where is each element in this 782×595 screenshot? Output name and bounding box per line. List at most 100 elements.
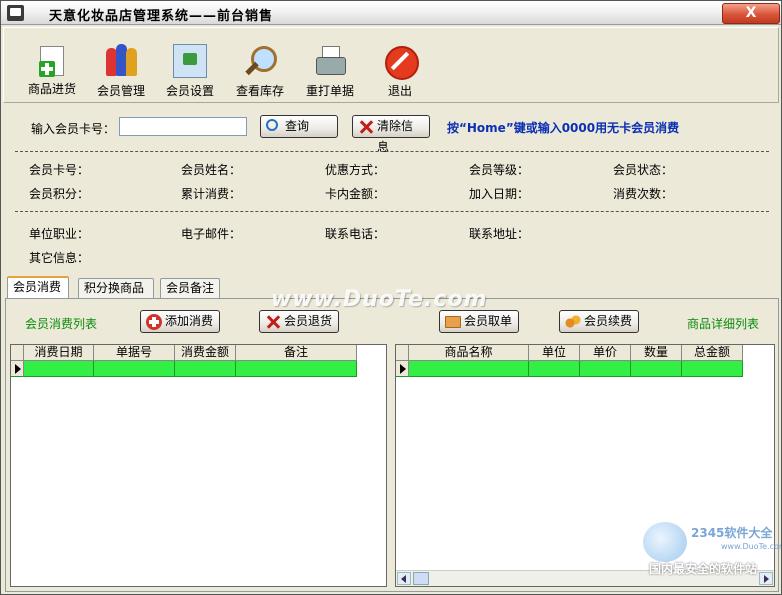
info-address: 联系地址： — [469, 227, 530, 241]
col-quantity[interactable]: 数量 — [631, 345, 682, 361]
logo-brand: 2345软件大全 — [691, 526, 773, 540]
row-indicator-icon — [11, 361, 24, 377]
member-retrieve-order-button[interactable]: 会员取单 — [439, 310, 519, 333]
app-icon — [7, 5, 24, 21]
info-member-status: 会员状态： — [613, 163, 674, 177]
title-bar[interactable]: 天意化妆品店管理系统——前台销售 X — [1, 1, 781, 25]
watermark: www.DuoTe.com — [271, 287, 488, 312]
grid-indicator-header — [396, 345, 409, 361]
cell-unit-price[interactable] — [580, 361, 631, 377]
clear-info-label: 清除信息 — [377, 119, 414, 154]
table-row[interactable] — [11, 361, 357, 377]
purchase-goods-label: 商品进货 — [27, 82, 76, 96]
col-unit-price[interactable]: 单价 — [580, 345, 631, 361]
col-consumption-amount[interactable]: 消费金额 — [175, 345, 236, 361]
col-consumption-date[interactable]: 消费日期 — [24, 345, 94, 361]
table-row[interactable] — [396, 361, 743, 377]
query-button[interactable]: 查询 — [260, 115, 338, 138]
cell-total-amount[interactable] — [682, 361, 743, 377]
member-retrieve-order-label: 会员取单 — [464, 314, 513, 328]
mascot-icon — [643, 522, 687, 562]
magnifier-icon — [243, 44, 277, 78]
cell-unit[interactable] — [529, 361, 580, 377]
grid-indicator-header — [11, 345, 24, 361]
cell-quantity[interactable] — [631, 361, 682, 377]
info-member-level: 会员等级： — [469, 163, 530, 177]
folder-icon — [445, 316, 461, 328]
member-management-label: 会员管理 — [96, 84, 145, 98]
info-discount-type: 优惠方式： — [325, 163, 386, 177]
search-area: 输入会员卡号： 查询 清除信息 按“Home”键或输入0000用无卡会员消费 — [3, 105, 779, 154]
info-card-number: 会员卡号： — [29, 163, 90, 177]
tab-member-consumption[interactable]: 会员消费 — [7, 276, 69, 298]
tab-points-exchange[interactable]: 积分换商品 — [78, 278, 154, 298]
cell-receipt-number[interactable] — [94, 361, 175, 377]
clear-info-button[interactable]: 清除信息 — [352, 115, 430, 154]
product-detail-list-title: 商品详细列表 — [687, 317, 760, 331]
product-grid-header: 商品名称 单位 单价 数量 总金额 — [396, 345, 743, 361]
search-icon — [266, 119, 278, 131]
member-renew-label: 会员续费 — [584, 314, 633, 328]
col-total-amount[interactable]: 总金额 — [682, 345, 743, 361]
scrollbar-thumb[interactable] — [413, 572, 429, 585]
close-icon — [265, 314, 281, 330]
logo-slogan: 国内最安全的软件站 — [649, 562, 758, 576]
col-unit[interactable]: 单位 — [529, 345, 580, 361]
view-inventory-label: 查看库存 — [235, 84, 284, 98]
purchase-goods-button[interactable]: 商品进货 — [18, 44, 86, 102]
info-points: 会员积分： — [29, 187, 90, 201]
info-occupation: 单位职业： — [29, 227, 90, 241]
row-indicator-icon — [396, 361, 409, 377]
plus-icon — [146, 314, 162, 330]
scroll-left-icon[interactable] — [397, 572, 411, 585]
reprint-receipt-label: 重打单据 — [305, 84, 354, 98]
logo-url: www.DuoTe.com — [721, 542, 782, 551]
info-phone: 联系电话： — [325, 227, 386, 241]
members-icon — [104, 44, 138, 78]
col-remarks[interactable]: 备注 — [236, 345, 357, 361]
close-button[interactable]: X — [722, 3, 780, 24]
cell-consumption-date[interactable] — [24, 361, 94, 377]
consumption-grid[interactable]: 消费日期 单据号 消费金额 备注 — [10, 344, 387, 587]
query-label: 查询 — [285, 119, 310, 133]
cell-remarks[interactable] — [236, 361, 357, 377]
info-member-name: 会员姓名： — [181, 163, 242, 177]
info-email: 电子邮件： — [181, 227, 242, 241]
consumption-list-title: 会员消费列表 — [25, 317, 98, 331]
info-other: 其它信息： — [29, 251, 90, 265]
member-refund-label: 会员退货 — [284, 314, 333, 328]
site-logo: 2345软件大全 www.DuoTe.com 国内最安全的软件站 — [641, 516, 781, 586]
col-receipt-number[interactable]: 单据号 — [94, 345, 175, 361]
close-icon — [358, 119, 374, 135]
consumption-grid-header: 消费日期 单据号 消费金额 备注 — [11, 345, 357, 361]
info-total-spend: 累计消费： — [181, 187, 242, 201]
tab-member-notes[interactable]: 会员备注 — [160, 278, 220, 298]
divider-top — [15, 151, 769, 152]
toolbar: 商品进货 会员管理 会员设置 查看库存 重打单据 退出 — [3, 27, 779, 103]
member-settings-button[interactable]: 会员设置 — [156, 44, 224, 102]
card-number-label: 输入会员卡号： — [31, 122, 116, 136]
exit-icon — [383, 44, 419, 80]
col-product-name[interactable]: 商品名称 — [409, 345, 529, 361]
card-number-input[interactable] — [119, 117, 247, 136]
window-title: 天意化妆品店管理系统——前台销售 — [49, 9, 274, 24]
no-card-hint: 按“Home”键或输入0000用无卡会员消费 — [447, 121, 680, 135]
printer-icon — [313, 44, 347, 78]
member-refund-button[interactable]: 会员退货 — [259, 310, 339, 333]
member-settings-label: 会员设置 — [165, 84, 214, 98]
settings-box-icon — [173, 44, 207, 78]
exit-button[interactable]: 退出 — [366, 44, 434, 102]
app-window: 天意化妆品店管理系统——前台销售 X 商品进货 会员管理 会员设置 查看库存 重… — [0, 0, 782, 595]
info-join-date: 加入日期： — [469, 187, 530, 201]
member-renew-button[interactable]: 会员续费 — [559, 310, 639, 333]
reprint-receipt-button[interactable]: 重打单据 — [296, 44, 364, 102]
cell-consumption-amount[interactable] — [175, 361, 236, 377]
coins-icon — [565, 314, 581, 330]
member-management-button[interactable]: 会员管理 — [87, 44, 155, 102]
view-inventory-button[interactable]: 查看库存 — [226, 44, 294, 102]
exit-label: 退出 — [387, 84, 412, 98]
add-consumption-button[interactable]: 添加消费 — [140, 310, 220, 333]
divider-middle — [15, 211, 769, 212]
cell-product-name[interactable] — [409, 361, 529, 377]
info-card-balance: 卡内金额： — [325, 187, 386, 201]
